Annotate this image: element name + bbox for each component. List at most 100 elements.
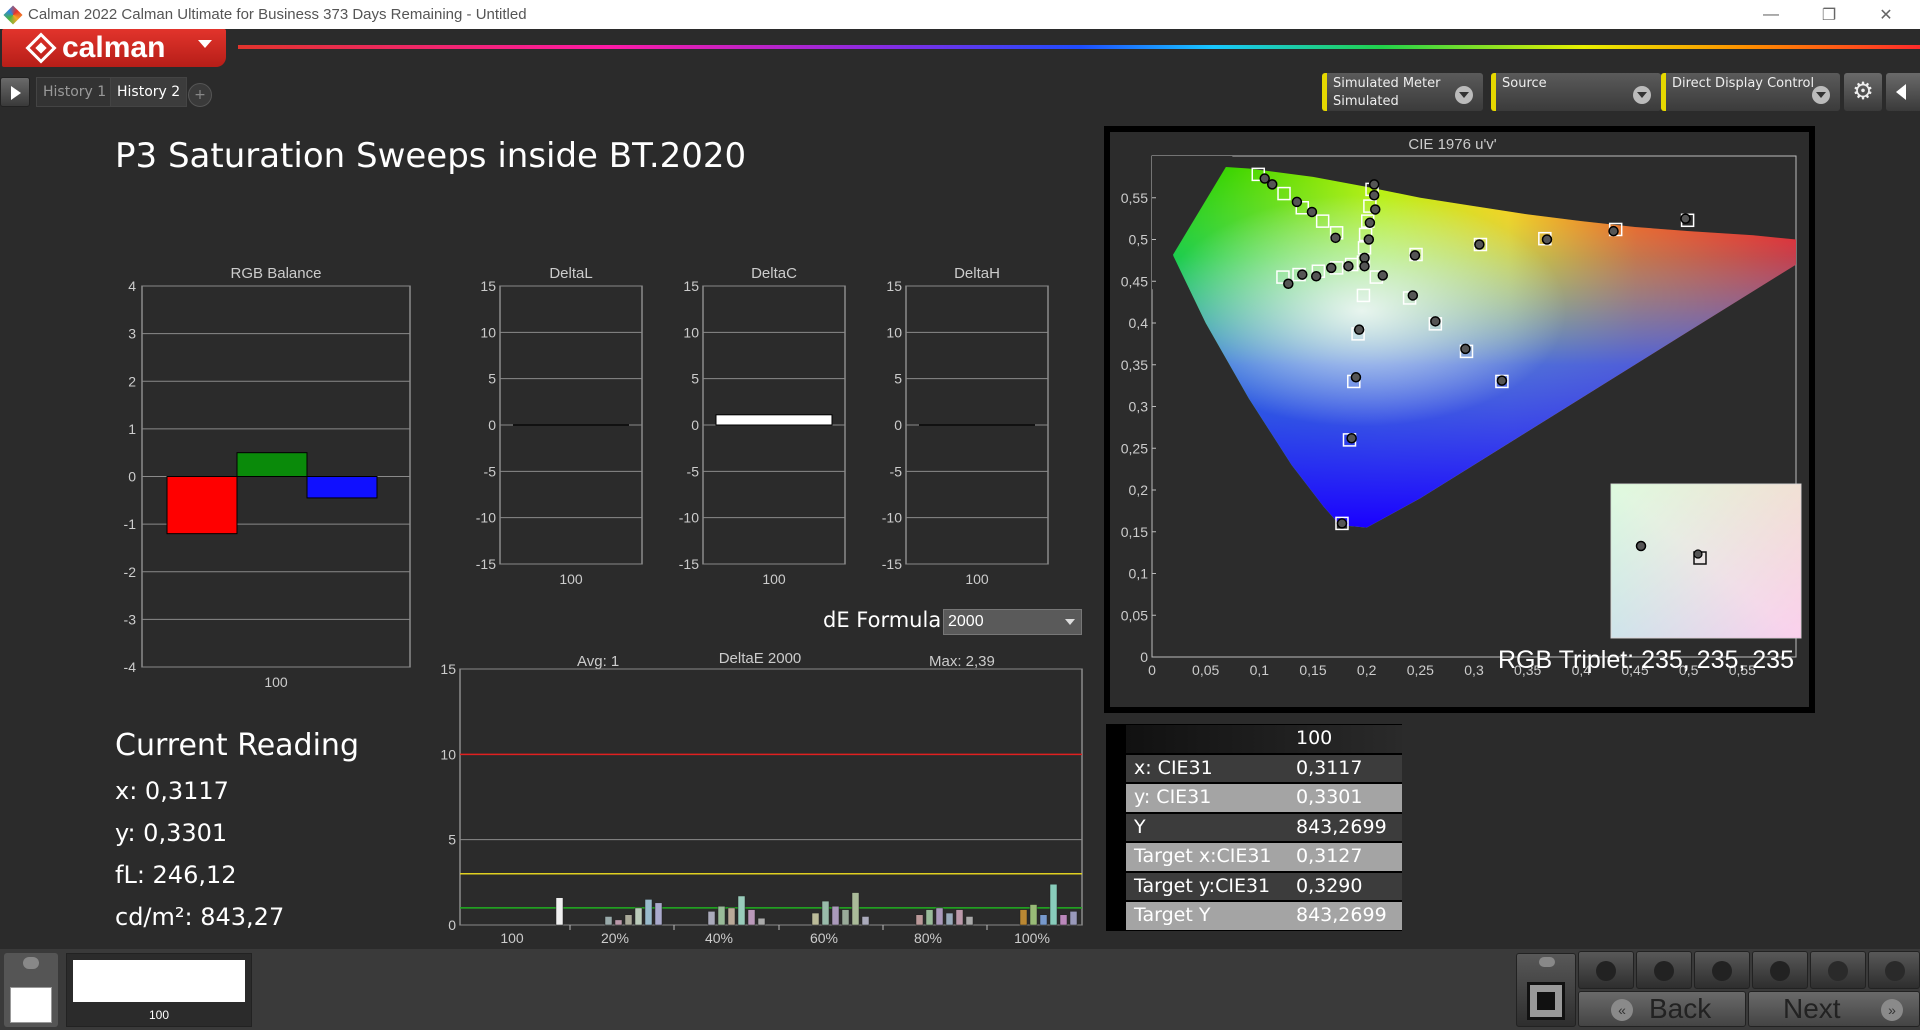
- cie-chart-frame: CIE 1976 u'v' 0 0,05 0,1 0,15 0,2 0,25 0,3 0,35 0…: [1104, 126, 1815, 713]
- cie-x-tick: 0,15: [1299, 662, 1326, 678]
- window-titlebar: Calman 2022 Calman Ultimate for Business…: [0, 0, 1920, 29]
- play-button[interactable]: [1636, 951, 1692, 989]
- refresh-button[interactable]: [1810, 951, 1866, 989]
- stop-panel[interactable]: [1516, 953, 1576, 1027]
- collapse-panel-icon[interactable]: [1886, 73, 1920, 111]
- x-tick-label: 100: [965, 571, 989, 587]
- deltae-bar: [717, 905, 726, 926]
- next-label: Next: [1783, 993, 1841, 1024]
- patch-toggle-button[interactable]: [4, 953, 58, 1027]
- measured-point: [1359, 260, 1370, 272]
- measured-point: [1430, 316, 1441, 327]
- measured-point: [1353, 324, 1365, 335]
- continuous-button[interactable]: [1752, 951, 1808, 989]
- read-button[interactable]: [1694, 951, 1750, 989]
- delta-bar: [715, 414, 833, 426]
- cie-title: CIE 1976 u'v': [1408, 136, 1496, 153]
- extra-button[interactable]: [1868, 951, 1920, 989]
- y-tick-label: -10: [882, 510, 902, 526]
- y-tick-label: -5: [890, 463, 903, 479]
- measured-point: [1370, 204, 1381, 215]
- measured-point: [1364, 217, 1376, 229]
- back-button[interactable]: « Back: [1578, 991, 1746, 1027]
- app-root: Calman 2022 Calman Ultimate for Business…: [0, 0, 1920, 1030]
- measured-point: [1306, 206, 1318, 218]
- x-tick-label: 20%: [601, 930, 629, 945]
- table-row: y: CIE31 0,3301: [1106, 783, 1402, 813]
- minimize-button[interactable]: —: [1747, 0, 1795, 29]
- deltae-bar: [1049, 883, 1058, 926]
- x-tick-label: 40%: [705, 930, 733, 945]
- source-dropdown[interactable]: Source: [1491, 73, 1661, 111]
- restore-button[interactable]: ❐: [1805, 0, 1853, 29]
- y-tick-label: 15: [480, 278, 496, 294]
- close-button[interactable]: ✕: [1862, 0, 1910, 29]
- tab-history-1[interactable]: History 1: [36, 77, 114, 107]
- cie-y-tick: 0: [1140, 649, 1148, 665]
- next-button[interactable]: Next »: [1748, 991, 1920, 1027]
- y-tick-label: 0: [691, 417, 699, 433]
- cie-y-tick: 0,05: [1121, 607, 1148, 623]
- deltae-bar: [821, 900, 830, 926]
- current-patch[interactable]: 100: [66, 953, 252, 1027]
- measured-point: [1541, 234, 1553, 245]
- window-title: Calman 2022 Calman Ultimate for Business…: [28, 6, 527, 23]
- current-reading-heading: Current Reading: [115, 728, 359, 763]
- display-control-dropdown[interactable]: Direct Display Control: [1661, 73, 1840, 111]
- x-tick-label: 60%: [810, 930, 838, 945]
- play-icon[interactable]: [0, 77, 30, 107]
- stop-button[interactable]: [1578, 951, 1634, 989]
- cie-x-tick: 0,1: [1250, 662, 1270, 678]
- rgb-bar-red: [166, 476, 238, 535]
- add-tab-button[interactable]: +: [188, 83, 212, 107]
- table-row: Target y:CIE31 0,3290: [1106, 871, 1402, 901]
- chevron-down-icon: [1633, 86, 1651, 104]
- x-tick-label: 100: [500, 930, 524, 945]
- y-tick-label: 15: [683, 278, 699, 294]
- read-icon: [1712, 961, 1732, 981]
- table-header: 100: [1296, 727, 1333, 749]
- stop-square-icon: [1527, 982, 1565, 1020]
- measured-point: [1346, 432, 1357, 444]
- page-title: P3 Saturation Sweeps inside BT.2020: [115, 136, 747, 176]
- infinity-icon: [1770, 961, 1790, 981]
- deltae-title: DeltaE 2000: [719, 650, 802, 667]
- row-key: Target y:CIE31: [1134, 874, 1271, 897]
- rainbow-strip: [238, 45, 1920, 49]
- measured-point: [1368, 189, 1380, 201]
- deltae-bar: [1029, 904, 1038, 926]
- cie-y-tick: 0,2: [1129, 482, 1149, 498]
- cie-x-tick: 0,25: [1407, 662, 1434, 678]
- table-row: Target x:CIE31 0,3127: [1106, 842, 1402, 872]
- tab-history-2[interactable]: History 2: [110, 77, 188, 107]
- row-value: 0,3117: [1296, 756, 1363, 779]
- circle-icon: [1885, 961, 1905, 981]
- y-tick-label: -15: [476, 556, 496, 572]
- y-tick-label: -15: [882, 556, 902, 572]
- deltae-bar: [624, 914, 633, 926]
- calman-logo-menu[interactable]: calman: [2, 29, 226, 67]
- row-value: 0,3127: [1296, 845, 1363, 867]
- tab-row: History 1 History 2 + Simulated Meter Si…: [0, 73, 1920, 111]
- y-tick-label: 0: [488, 417, 496, 433]
- meter-dropdown[interactable]: Simulated Meter Simulated: [1322, 73, 1483, 111]
- delta-chart-title: DeltaH: [954, 265, 1000, 282]
- source-line1: Source: [1502, 76, 1547, 91]
- cie-y-tick: 0,45: [1121, 273, 1148, 289]
- gear-icon[interactable]: ⚙: [1844, 73, 1882, 111]
- row-value: 843,2699: [1296, 815, 1387, 838]
- deltae-bar: [644, 899, 653, 926]
- measured-point: [1291, 196, 1303, 208]
- y-tick-label: 1: [128, 421, 136, 437]
- chevron-up-icon: [1539, 957, 1555, 967]
- back-label: Back: [1649, 993, 1712, 1024]
- chevron-down-icon: [198, 40, 212, 48]
- measured-point: [1409, 250, 1421, 261]
- measured-point: [1474, 239, 1485, 250]
- row-value: 0,3301: [1296, 786, 1363, 808]
- measured-point: [1310, 270, 1322, 282]
- measured-point: [1496, 375, 1508, 386]
- deltae-bar: [614, 919, 623, 926]
- de-formula-select[interactable]: 2000: [943, 609, 1082, 635]
- measured-point: [1297, 269, 1308, 280]
